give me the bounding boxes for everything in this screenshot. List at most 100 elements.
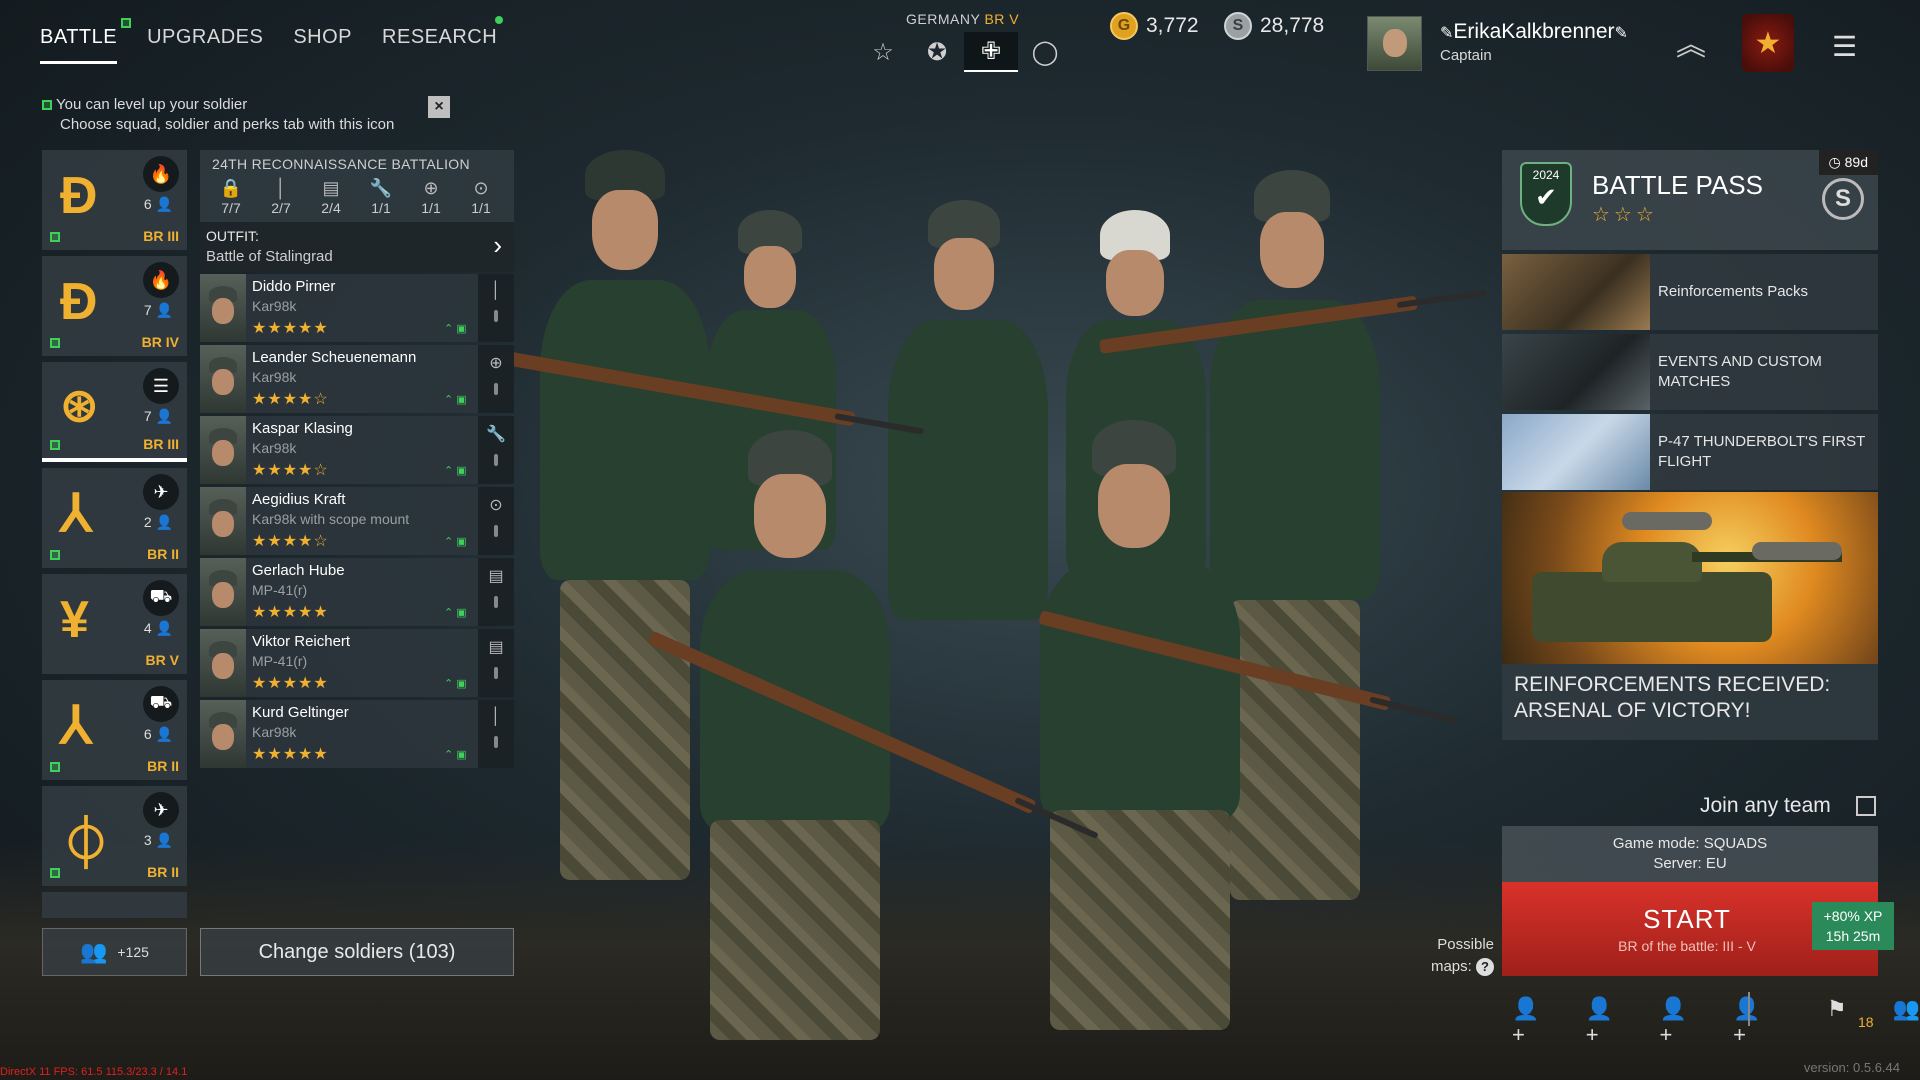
battle-pass-title: BATTLE PASS — [1592, 170, 1763, 200]
iron-cross-icon[interactable]: ✙ — [964, 32, 1018, 72]
level-up-icon: ⌃ ▣ — [444, 536, 467, 548]
notification-square-icon — [121, 18, 132, 28]
tab-battle-label: BATTLE — [40, 26, 118, 48]
players-icon[interactable]: 👥 — [1893, 996, 1920, 1048]
squad-card-2[interactable]: Ð 🔥 7 👤 BR IV — [42, 256, 187, 356]
slot-rifle-icon[interactable]: │ — [478, 700, 514, 768]
tab-upgrades[interactable]: UPGRADES — [147, 26, 263, 64]
squad-br: BR II — [147, 758, 179, 774]
slot-rifle-icon[interactable]: │ — [478, 274, 514, 342]
squad-card-7[interactable]: ⏀ ✈ 3 👤 BR II — [42, 786, 187, 886]
upgrade-square-icon — [50, 338, 60, 348]
slot-radio-icon[interactable]: ▤ — [478, 629, 514, 697]
soldier-row-6[interactable]: Viktor Reichert MP-41(r) ★★★★★ ⌃ ▣ ▤ — [200, 629, 514, 697]
medic-icon: ⊕ — [423, 178, 439, 198]
flag-icon[interactable]: ⚑ — [1827, 996, 1847, 1048]
stat-rifle: │ 2/7 — [256, 178, 306, 216]
medal-star-icon[interactable]: ★ — [1742, 14, 1794, 72]
soldier-row-5[interactable]: Gerlach Hube MP-41(r) ★★★★★ ⌃ ▣ ▤ — [200, 558, 514, 626]
add-friend-icon[interactable]: 👤+ — [1659, 996, 1697, 1048]
squad-emblem-icon: Ð — [60, 167, 98, 225]
change-soldiers-button[interactable]: Change soldiers (103) — [200, 928, 514, 976]
battle-pass-card[interactable]: 2024 ✔ BATTLE PASS ☆☆☆ ◷ 89d S — [1502, 150, 1878, 250]
slot-wrench-icon[interactable]: 🔧 — [478, 416, 514, 484]
hamburger-menu-icon[interactable]: ☰ — [1832, 30, 1857, 63]
squad-emblem-icon: ¥ — [60, 591, 89, 649]
add-friend-icon[interactable]: 👤+ — [1733, 996, 1771, 1048]
stat-radio: ▤ 2/4 — [306, 178, 356, 216]
divider — [1748, 992, 1750, 1026]
avatar[interactable] — [1367, 16, 1422, 71]
rank-label: Captain — [1440, 47, 1492, 64]
soldier-weapon: MP-41(r) — [252, 653, 308, 669]
promo-events-custom-matches[interactable]: EVENTS AND CUSTOM MATCHES — [1502, 334, 1878, 410]
close-icon[interactable]: × — [428, 96, 450, 118]
soldier-weapon: Kar98k — [252, 724, 297, 740]
version-label: version: 0.5.6.44 — [1803, 1060, 1900, 1075]
squad-br: BR III — [143, 228, 179, 244]
soldier-row-1[interactable]: Diddo Pirner Kar98k ★★★★★ ⌃ ▣ │ — [200, 274, 514, 342]
silver-coin-icon: S — [1224, 12, 1252, 40]
flame-icon: 🔥 — [143, 156, 179, 192]
squad-card-3[interactable]: ⊛ ☰ 7 👤 BR III — [42, 362, 187, 462]
soldier-portrait — [200, 558, 246, 626]
slot-radio-icon[interactable]: ▤ — [478, 558, 514, 626]
squad-br: BR II — [147, 864, 179, 880]
tab-research[interactable]: RESEARCH — [382, 16, 504, 64]
plane-icon: ✈ — [143, 792, 179, 828]
squad-emblem-icon: ⏀ — [60, 816, 113, 874]
soldier-row-7[interactable]: Kurd Geltinger Kar98k ★★★★★ ⌃ ▣ │ — [200, 700, 514, 768]
username-text: ErikaKalkbrenner — [1453, 20, 1615, 43]
silver-balance[interactable]: S 28,778 — [1224, 12, 1324, 40]
slot-crosshair-icon[interactable]: ⊙ — [478, 487, 514, 555]
tab-battle[interactable]: BATTLE — [40, 18, 132, 64]
level-up-icon: ⌃ ▣ — [444, 749, 467, 761]
feature-banner[interactable]: REINFORCEMENTS RECEIVED: ARSENAL OF VICT… — [1502, 492, 1878, 740]
tank-icon: ⛟ — [143, 580, 179, 616]
flame-icon: 🔥 — [143, 262, 179, 298]
faction-name: GERMANY — [906, 11, 981, 27]
soldier-stars: ★★★★★ — [252, 675, 329, 692]
promo-p47-first-flight[interactable]: P-47 THUNDERBOLT'S FIRST FLIGHT — [1502, 414, 1878, 490]
soldier-figure-1 — [530, 130, 710, 890]
outfit-selector[interactable]: OUTFIT: Battle of Stalingrad › — [200, 222, 514, 272]
squad-card-1[interactable]: Ð 🔥 6 👤 BR III — [42, 150, 187, 250]
squad-card-5[interactable]: ¥ ⛟ 4 👤 BR V — [42, 574, 187, 674]
slot-medic-icon[interactable]: ⊕ — [478, 345, 514, 413]
level-up-icon: ⌃ ▣ — [444, 394, 467, 406]
squad-br: BR II — [147, 546, 179, 562]
rank-chevron-icon[interactable]: ︽ — [1670, 20, 1712, 66]
tab-shop-label: SHOP — [293, 26, 353, 48]
soldier-row-3[interactable]: Kaspar Klasing Kar98k ★★★★☆ ⌃ ▣ 🔧 — [200, 416, 514, 484]
squad-card-4[interactable]: ⅄ ✈ 2 👤 BR II — [42, 468, 187, 568]
circle-icon[interactable]: ◯ — [1018, 32, 1072, 72]
squad-manage-button[interactable]: 👥 +125 — [42, 928, 187, 976]
squad-card-8-partial[interactable] — [42, 892, 187, 918]
squad-emblem-icon: ⅄ — [60, 697, 92, 755]
tab-research-label: RESEARCH — [382, 26, 498, 48]
lock-icon: 🔒 — [219, 178, 243, 198]
join-any-team-checkbox[interactable] — [1856, 796, 1876, 816]
star-outline-icon[interactable]: ☆ — [856, 32, 910, 72]
help-icon[interactable]: ? — [1476, 958, 1494, 976]
rifle-icon: │ — [275, 178, 287, 198]
level-up-icon: ⌃ ▣ — [444, 465, 467, 477]
debug-overlay: DirectX 11 FPS: 61.5 115.3/23.3 / 14.1 — [0, 1066, 188, 1078]
upgrade-square-icon — [50, 232, 60, 242]
squad-count: 7 👤 — [143, 302, 173, 318]
tab-shop[interactable]: SHOP — [293, 26, 352, 64]
possible-maps[interactable]: Possible maps: ? — [1420, 934, 1494, 978]
username[interactable]: ✎ErikaKalkbrenner✎ — [1440, 20, 1628, 44]
squad-count: 3 👤 — [143, 832, 173, 848]
promo-reinforcements-packs[interactable]: Reinforcements Packs — [1502, 254, 1878, 330]
soldier-row-4[interactable]: Aegidius Kraft Kar98k with scope mount ★… — [200, 487, 514, 555]
notification-dot-icon — [495, 16, 504, 24]
gold-balance[interactable]: G 3,772 — [1110, 12, 1199, 40]
faction-br: BR V — [984, 11, 1020, 27]
add-friend-icon[interactable]: 👤+ — [1586, 996, 1624, 1048]
soldier-row-2[interactable]: Leander Scheuenemann Kar98k ★★★★☆ ⌃ ▣ ⊕ — [200, 345, 514, 413]
squad-emblem-icon: ⊛ — [60, 379, 99, 431]
star-circle-icon[interactable]: ✪ — [910, 32, 964, 72]
squad-card-6[interactable]: ⅄ ⛟ 6 👤 BR II — [42, 680, 187, 780]
add-friend-icon[interactable]: 👤+ — [1512, 996, 1550, 1048]
